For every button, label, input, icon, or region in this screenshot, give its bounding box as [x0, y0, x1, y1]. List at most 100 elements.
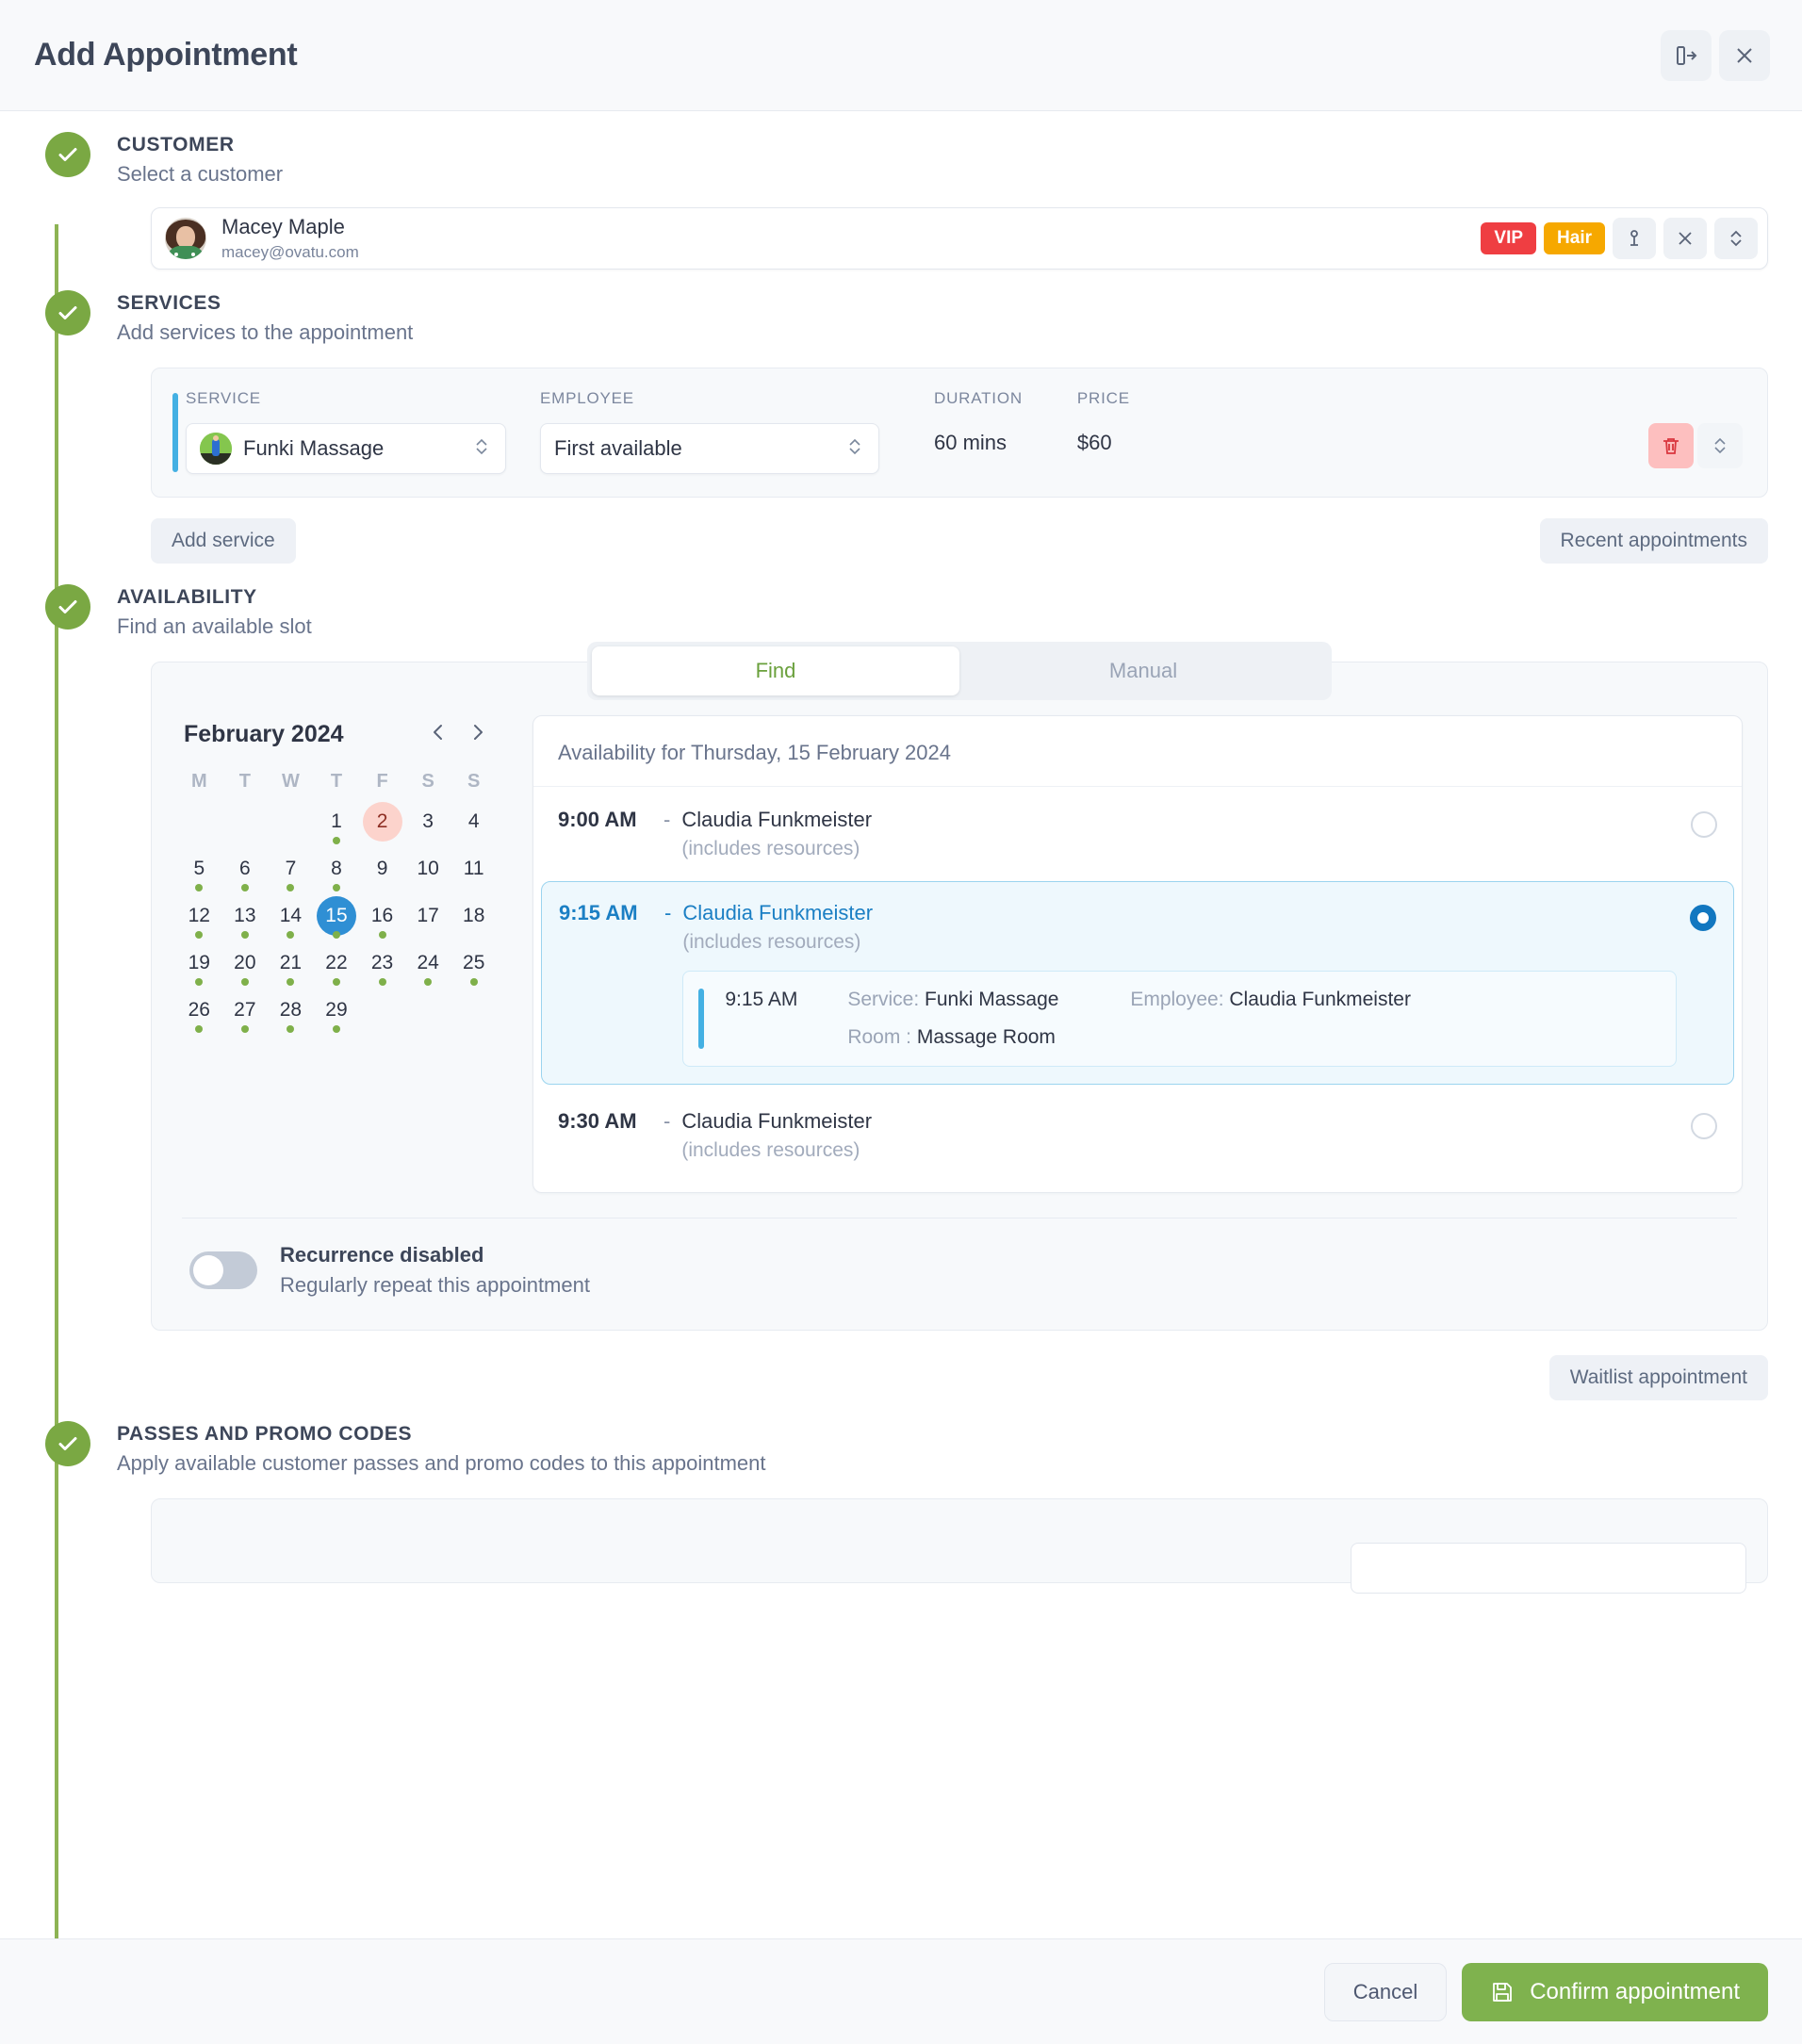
- slot-dash: -: [664, 901, 672, 924]
- calendar-day-number: 3: [422, 810, 434, 832]
- availability-dot: [195, 884, 204, 891]
- availability-actions-row: Waitlist appointment: [151, 1355, 1768, 1400]
- calendar-day-10[interactable]: 10: [405, 846, 451, 891]
- calendar-day-28[interactable]: 28: [268, 988, 314, 1033]
- slot-items: 9:00 AM - Claudia Funkmeister (includes res…: [533, 787, 1742, 1179]
- recent-appointments-button[interactable]: Recent appointments: [1539, 518, 1768, 564]
- tab-find[interactable]: Find: [592, 646, 959, 695]
- availability-dot: [287, 978, 295, 986]
- calendar-day-20[interactable]: 20: [222, 940, 269, 986]
- remove-customer-icon[interactable]: [1663, 218, 1707, 259]
- calendar-day-29[interactable]: 29: [314, 988, 360, 1033]
- calendar-day-number: 18: [463, 905, 485, 926]
- calendar-day-number: 2: [362, 802, 402, 842]
- availability-dot: [287, 884, 295, 891]
- slot-item[interactable]: 9:15 AM - Claudia Funkmeister (includes res…: [541, 881, 1734, 1085]
- tab-manual[interactable]: Manual: [959, 646, 1327, 695]
- slot-resources-note: (includes resources): [682, 931, 861, 953]
- section-passes: PASSES AND PROMO CODES Apply available c…: [34, 1400, 1768, 1594]
- service-column-label: SERVICE: [186, 389, 261, 407]
- service-row-actions: [1648, 389, 1743, 468]
- save-icon: [1490, 1980, 1515, 2004]
- waitlist-appointment-button[interactable]: Waitlist appointment: [1548, 1355, 1768, 1400]
- calendar-day-number: 14: [279, 905, 303, 926]
- dialog-header: Add Appointment: [0, 0, 1802, 111]
- calendar-day-21[interactable]: 21: [268, 940, 314, 986]
- availability-dot: [240, 884, 249, 891]
- confirm-appointment-button[interactable]: Confirm appointment: [1462, 1962, 1768, 2021]
- calendar-day-22[interactable]: 22: [314, 940, 360, 986]
- slot-time: 9:00 AM: [558, 808, 637, 831]
- cancel-button[interactable]: Cancel: [1323, 1962, 1448, 2021]
- slot-detail-room-key: Room :: [847, 1026, 912, 1048]
- slot-employee: Claudia Funkmeister: [681, 808, 873, 831]
- calendar-day-number: 27: [234, 999, 256, 1021]
- availability-dot: [240, 1025, 249, 1033]
- close-icon[interactable]: [1719, 29, 1770, 81]
- calendar-day-16[interactable]: 16: [359, 893, 405, 939]
- calendar-day-23[interactable]: 23: [359, 940, 405, 986]
- calendar-day-25[interactable]: 25: [450, 940, 497, 986]
- calendar-day-1[interactable]: 1: [314, 799, 360, 844]
- chevron-right-icon[interactable]: [467, 721, 489, 748]
- chevron-left-icon[interactable]: [427, 721, 450, 748]
- slot-detail-time: 9:15 AM: [725, 989, 798, 1010]
- chevron-updown-icon[interactable]: [1714, 218, 1758, 259]
- calendar-weekday-4: F: [376, 770, 388, 792]
- slot-radio[interactable]: [1691, 1113, 1717, 1139]
- chevron-updown-icon[interactable]: [1697, 423, 1743, 468]
- passes-subtitle: Apply available customer passes and prom…: [117, 1451, 766, 1475]
- customer-email: macey@ovatu.com: [221, 242, 359, 261]
- trash-icon[interactable]: [1648, 423, 1694, 468]
- calendar-day-13[interactable]: 13: [222, 893, 269, 939]
- calendar-day-number: 6: [239, 858, 251, 879]
- calendar-day-5[interactable]: 5: [176, 846, 222, 891]
- calendar-day-number: 23: [370, 952, 394, 973]
- calendar-day-27[interactable]: 27: [222, 988, 269, 1033]
- expand-panel-icon[interactable]: [1661, 29, 1712, 81]
- dialog-body: CUSTOMER Select a customer Macey Maple m…: [0, 111, 1802, 1938]
- calendar-day-11[interactable]: 11: [450, 846, 497, 891]
- add-service-button[interactable]: Add service: [151, 518, 296, 564]
- calendar-day-24[interactable]: 24: [405, 940, 451, 986]
- calendar-month-label: February 2024: [184, 721, 344, 747]
- calendar-day-4[interactable]: 4: [450, 799, 497, 844]
- chevron-updown-icon: [844, 436, 865, 462]
- slot-radio[interactable]: [1691, 811, 1717, 838]
- calendar-day-14[interactable]: 14: [268, 893, 314, 939]
- person-icon[interactable]: [1613, 218, 1656, 259]
- availability-dot: [287, 1025, 295, 1033]
- availability-dot: [287, 931, 295, 939]
- slot-radio[interactable]: [1690, 905, 1716, 931]
- employee-select[interactable]: First available: [540, 423, 879, 474]
- calendar-day-3[interactable]: 3: [405, 799, 451, 844]
- service-thumbnail-icon: [200, 433, 232, 465]
- calendar-day-26[interactable]: 26: [176, 988, 222, 1033]
- calendar-day-2[interactable]: 2: [359, 799, 405, 844]
- calendar-day-19[interactable]: 19: [176, 940, 222, 986]
- availability-dot: [195, 1025, 204, 1033]
- calendar-day-17[interactable]: 17: [405, 893, 451, 939]
- calendar-day-12[interactable]: 12: [176, 893, 222, 939]
- availability-dot: [195, 978, 204, 986]
- slot-item[interactable]: 9:00 AM - Claudia Funkmeister (includes res…: [533, 787, 1742, 877]
- calendar-day-18[interactable]: 18: [450, 893, 497, 939]
- slot-main: Claudia Funkmeister (includes resources): [681, 1109, 1678, 1162]
- calendar-day-15[interactable]: 15: [314, 893, 360, 939]
- availability-dot: [378, 931, 386, 939]
- calendar-day-8[interactable]: 8: [314, 846, 360, 891]
- promo-code-field[interactable]: [1351, 1543, 1746, 1594]
- service-select[interactable]: Funki Massage: [186, 423, 506, 474]
- recurrence-title: Recurrence disabled: [280, 1243, 484, 1267]
- calendar-day-7[interactable]: 7: [268, 846, 314, 891]
- slot-detail-employee-key: Employee:: [1130, 989, 1224, 1010]
- employee-select-value: First available: [554, 436, 682, 460]
- availability-content: February 2024 MTWTF S S 1 2 3 4 5 6 7 8 …: [176, 715, 1743, 1193]
- calendar-day-6[interactable]: 6: [222, 846, 269, 891]
- slot-item[interactable]: 9:30 AM - Claudia Funkmeister (includes res…: [533, 1088, 1742, 1179]
- calendar-day-9[interactable]: 9: [359, 846, 405, 891]
- selected-customer-row[interactable]: Macey Maple macey@ovatu.com VIP Hair: [151, 207, 1768, 270]
- price-value: $60: [1076, 431, 1112, 454]
- recurrence-toggle[interactable]: [189, 1251, 257, 1289]
- availability-dot: [378, 978, 386, 986]
